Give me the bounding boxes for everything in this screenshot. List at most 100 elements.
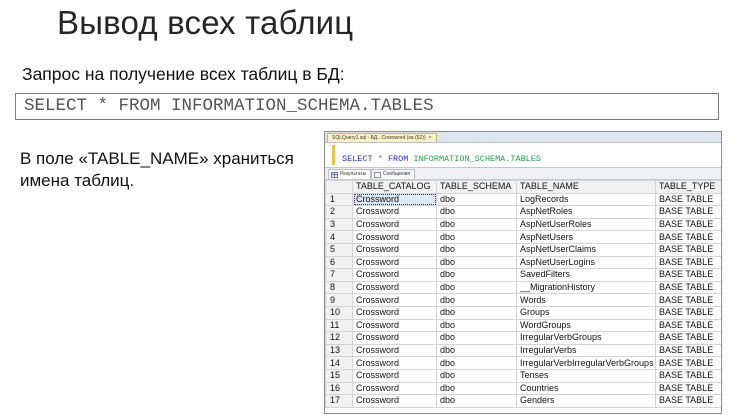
cell-table-catalog[interactable]: Crossword: [352, 230, 437, 244]
cell-table-type[interactable]: BASE TABLE: [655, 217, 721, 232]
cell-table-catalog[interactable]: Crossword: [352, 381, 437, 396]
cell-table-name[interactable]: Groups: [516, 305, 656, 320]
table-row[interactable]: 16 Crossword dbo Countries BASE TABLE: [325, 381, 721, 396]
cell-table-name[interactable]: IrregularVerbIrregularVerbGroups: [516, 356, 656, 370]
cell-table-schema[interactable]: dbo: [436, 331, 517, 345]
row-number[interactable]: 4: [325, 230, 353, 244]
cell-table-schema[interactable]: dbo: [436, 318, 517, 333]
cell-table-schema[interactable]: dbo: [436, 192, 517, 207]
close-icon[interactable]: ×: [429, 135, 432, 141]
row-number[interactable]: 11: [325, 318, 353, 333]
cell-table-name[interactable]: WordGroups: [516, 318, 656, 333]
table-row[interactable]: 7 Crossword dbo SavedFilters BASE TABLE: [325, 268, 721, 282]
row-number[interactable]: 7: [325, 268, 353, 282]
query-tab[interactable]: SQLQuery1.sql - БД...Crossword (sa (52))…: [327, 133, 437, 142]
cell-table-schema[interactable]: dbo: [436, 242, 517, 257]
cell-table-type[interactable]: BASE TABLE: [655, 356, 721, 370]
row-number[interactable]: 10: [325, 305, 353, 320]
cell-table-name[interactable]: AspNetUserRoles: [516, 217, 656, 232]
row-number[interactable]: 17: [325, 394, 353, 408]
cell-table-schema[interactable]: dbo: [436, 255, 517, 270]
table-row[interactable]: 3 Crossword dbo AspNetUserRoles BASE TABLE: [325, 217, 721, 232]
cell-table-name[interactable]: Words: [516, 293, 656, 307]
cell-table-type[interactable]: BASE TABLE: [655, 192, 721, 207]
cell-table-name[interactable]: LogRecords: [516, 192, 656, 207]
column-header[interactable]: TABLE_SCHEMA: [436, 180, 517, 194]
table-row[interactable]: 1 Crossword dbo LogRecords BASE TABLE: [325, 192, 721, 207]
cell-table-name[interactable]: Countries: [516, 381, 656, 396]
cell-table-catalog[interactable]: Crossword: [352, 318, 437, 333]
cell-table-name[interactable]: __MigrationHistory: [516, 280, 656, 295]
cell-table-name[interactable]: IrregularVerbGroups: [516, 331, 656, 345]
row-number[interactable]: 1: [325, 192, 353, 207]
cell-table-name[interactable]: Tenses: [516, 368, 656, 383]
cell-table-type[interactable]: BASE TABLE: [655, 205, 721, 219]
cell-table-catalog[interactable]: Crossword: [352, 255, 437, 270]
cell-table-catalog[interactable]: Crossword: [352, 356, 437, 370]
table-row[interactable]: 14 Crossword dbo IrregularVerbIrregularVerb…: [325, 356, 721, 370]
row-number[interactable]: 15: [325, 368, 353, 383]
table-row[interactable]: 8 Crossword dbo __MigrationHistory BASE TABL…: [325, 280, 721, 295]
cell-table-schema[interactable]: dbo: [436, 280, 517, 295]
table-row[interactable]: 17 Crossword dbo Genders BASE TABLE: [325, 394, 721, 408]
cell-table-type[interactable]: BASE TABLE: [655, 242, 721, 257]
row-number[interactable]: 3: [325, 217, 353, 232]
cell-table-type[interactable]: BASE TABLE: [655, 305, 721, 320]
cell-table-type[interactable]: BASE TABLE: [655, 293, 721, 307]
cell-table-name[interactable]: AspNetRoles: [516, 205, 656, 219]
cell-table-schema[interactable]: dbo: [436, 368, 517, 383]
row-number[interactable]: 9: [325, 293, 353, 307]
cell-table-schema[interactable]: dbo: [436, 381, 517, 396]
cell-table-schema[interactable]: dbo: [436, 356, 517, 370]
row-number[interactable]: 6: [325, 255, 353, 270]
cell-table-name[interactable]: Genders: [516, 394, 656, 408]
cell-table-catalog[interactable]: Crossword: [352, 331, 437, 345]
cell-table-catalog[interactable]: Crossword: [352, 394, 437, 408]
cell-table-type[interactable]: BASE TABLE: [655, 255, 721, 270]
cell-table-catalog[interactable]: Crossword: [352, 192, 437, 207]
column-header[interactable]: TABLE_NAME: [516, 180, 656, 194]
cell-table-schema[interactable]: dbo: [436, 205, 517, 219]
cell-table-name[interactable]: AspNetUsers: [516, 230, 656, 244]
cell-table-type[interactable]: BASE TABLE: [655, 368, 721, 383]
column-header[interactable]: TABLE_TYPE: [655, 180, 721, 194]
cell-table-catalog[interactable]: Crossword: [352, 268, 437, 282]
cell-table-catalog[interactable]: Crossword: [352, 242, 437, 257]
row-number[interactable]: 2: [325, 205, 353, 219]
row-number[interactable]: 12: [325, 331, 353, 345]
table-row[interactable]: 10 Crossword dbo Groups BASE TABLE: [325, 305, 721, 320]
cell-table-catalog[interactable]: Crossword: [352, 217, 437, 232]
cell-table-catalog[interactable]: Crossword: [352, 305, 437, 320]
row-number[interactable]: 16: [325, 381, 353, 396]
row-number[interactable]: 13: [325, 343, 353, 358]
cell-table-name[interactable]: IrregularVerbs: [516, 343, 656, 358]
row-number[interactable]: 5: [325, 242, 353, 257]
cell-table-schema[interactable]: dbo: [436, 217, 517, 232]
query-editor[interactable]: SELECT * FROM INFORMATION_SCHEMA.TABLES: [325, 143, 721, 168]
cell-table-type[interactable]: BASE TABLE: [655, 280, 721, 295]
cell-table-name[interactable]: AspNetUserLogins: [516, 255, 656, 270]
cell-table-name[interactable]: AspNetUserClaims: [516, 242, 656, 257]
cell-table-type[interactable]: BASE TABLE: [655, 331, 721, 345]
tab-results[interactable]: Результаты: [328, 169, 372, 179]
table-row[interactable]: 2 Crossword dbo AspNetRoles BASE TABLE: [325, 205, 721, 219]
column-header[interactable]: TABLE_CATALOG: [352, 180, 437, 194]
table-row[interactable]: 13 Crossword dbo IrregularVerbs BASE TABLE: [325, 343, 721, 358]
table-row[interactable]: 5 Crossword dbo AspNetUserClaims BASE TABLE: [325, 242, 721, 257]
cell-table-type[interactable]: BASE TABLE: [655, 230, 721, 244]
cell-table-type[interactable]: BASE TABLE: [655, 318, 721, 333]
cell-table-schema[interactable]: dbo: [436, 230, 517, 244]
cell-table-catalog[interactable]: Crossword: [352, 280, 437, 295]
cell-table-catalog[interactable]: Crossword: [352, 293, 437, 307]
cell-table-catalog[interactable]: Crossword: [352, 205, 437, 219]
table-row[interactable]: 9 Crossword dbo Words BASE TABLE: [325, 293, 721, 307]
cell-table-schema[interactable]: dbo: [436, 305, 517, 320]
cell-table-name[interactable]: SavedFilters: [516, 268, 656, 282]
cell-table-type[interactable]: BASE TABLE: [655, 394, 721, 408]
cell-table-catalog[interactable]: Crossword: [352, 343, 437, 358]
cell-table-schema[interactable]: dbo: [436, 394, 517, 408]
table-row[interactable]: 11 Crossword dbo WordGroups BASE TABLE: [325, 318, 721, 333]
cell-table-catalog[interactable]: Crossword: [352, 368, 437, 383]
cell-table-schema[interactable]: dbo: [436, 343, 517, 358]
row-number-header[interactable]: [325, 180, 353, 194]
